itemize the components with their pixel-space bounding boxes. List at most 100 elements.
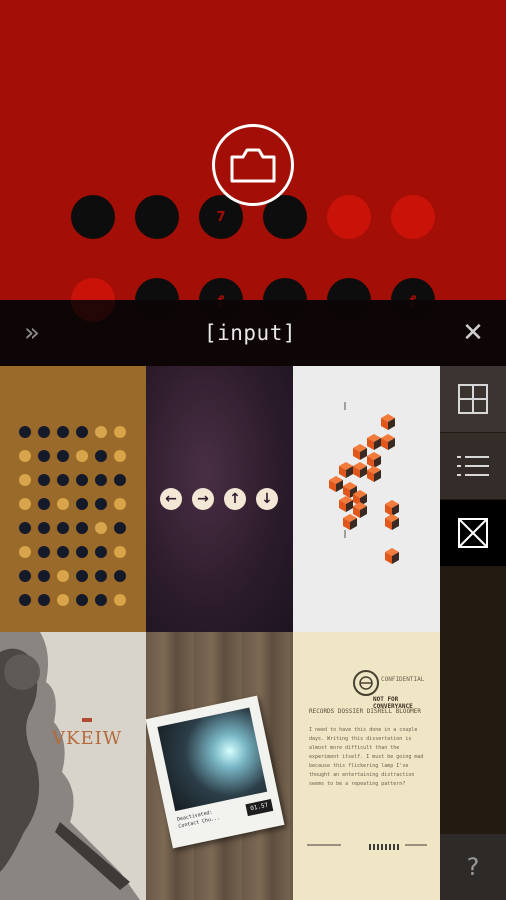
page-title: [input] (203, 321, 296, 345)
cipher-dot (114, 450, 126, 462)
grid-view-button[interactable] (440, 366, 506, 432)
cipher-dot (38, 546, 50, 558)
cipher-dot (19, 474, 31, 486)
arrow-up-icon: ↑ (224, 488, 246, 510)
confidential-label: CONFIDENTIAL (381, 676, 425, 683)
cipher-dot (19, 594, 31, 606)
barcode-line (307, 844, 341, 846)
arrow-down-icon: ↓ (256, 488, 278, 510)
cipher-dot (19, 450, 31, 462)
puzzle-tile-arrows[interactable]: ← → ↑ ↓ (146, 366, 293, 632)
question-icon: ? (466, 853, 480, 881)
cipher-dot (114, 546, 126, 558)
close-button[interactable]: ✕ (440, 300, 506, 366)
cipher-dot (57, 546, 69, 558)
cube (385, 500, 399, 516)
polaroid-photo: Deactivated: Contact Chu... 01.57 (146, 695, 285, 849)
list-view-button[interactable] (440, 433, 506, 499)
arrow-left-icon: ← (160, 488, 182, 510)
puzzle-tile-polaroid[interactable]: Deactivated: Contact Chu... 01.57 (146, 632, 293, 900)
cipher-dot (57, 426, 69, 438)
dot-row1-5[interactable] (327, 195, 371, 239)
cipher-dot (19, 498, 31, 510)
cipher-dot (114, 570, 126, 582)
cipher-dot (114, 426, 126, 438)
cipher-dot (19, 546, 31, 558)
cipher-dot (38, 522, 50, 534)
cube (367, 434, 381, 450)
cipher-dot (76, 474, 88, 486)
cipher-dot (114, 594, 126, 606)
cube (353, 462, 367, 478)
puzzle-tile-document[interactable]: CONFIDENTIAL NOT FOR CONVERYANCE RECORDS… (293, 632, 440, 900)
cipher-dot (114, 498, 126, 510)
cipher-dot (38, 450, 50, 462)
cube (343, 514, 357, 530)
cipher-dot (57, 570, 69, 582)
cipher-dot (95, 570, 107, 582)
grid-view-icon (458, 384, 488, 414)
double-chevron-icon: » (24, 318, 40, 348)
close-icon: ✕ (462, 318, 484, 348)
cipher-dot (95, 594, 107, 606)
statue-image (0, 632, 146, 900)
cube (385, 514, 399, 530)
cube (329, 476, 343, 492)
cipher-dot (76, 546, 88, 558)
cipher-dot (114, 474, 126, 486)
cipher-dot (38, 426, 50, 438)
view-sidebar: ? (440, 366, 506, 900)
barcode-line-2 (405, 844, 427, 846)
polaroid-stamp: 01.57 (245, 798, 274, 817)
seal-icon (353, 670, 379, 696)
cipher-dot (38, 570, 50, 582)
cube (381, 434, 395, 450)
cipher-dot (95, 426, 107, 438)
puzzle-tile-statue[interactable]: VKEIW (0, 632, 146, 900)
cube (367, 466, 381, 482)
cube-pattern (329, 402, 399, 564)
document-body: I need to have this done in a couple day… (309, 727, 424, 787)
cipher-dot (76, 594, 88, 606)
cipher-dot (76, 570, 88, 582)
dot-row1-6[interactable] (391, 195, 435, 239)
cipher-dot (95, 498, 107, 510)
cube (339, 496, 353, 512)
cube (353, 502, 367, 518)
cipher-dot (57, 474, 69, 486)
cipher-dot (76, 498, 88, 510)
document-heading: RECORDS DOSSIER DISRELL BLOOMER (309, 708, 421, 715)
cipher-dot (76, 522, 88, 534)
cipher-dot (95, 450, 107, 462)
cipher-dot (95, 546, 107, 558)
vkeiw-accent (82, 718, 92, 722)
vkeiw-title: VKEIW (52, 728, 123, 749)
cipher-dot (19, 426, 31, 438)
cipher-dot (57, 450, 69, 462)
cube (339, 462, 353, 478)
cube (385, 548, 399, 564)
cipher-dot (57, 522, 69, 534)
cube (381, 414, 395, 430)
box-x-icon (458, 518, 488, 548)
cube (353, 444, 367, 460)
cipher-dot (38, 498, 50, 510)
forward-button[interactable]: » (0, 300, 64, 366)
box-view-button[interactable] (440, 500, 506, 566)
dot-row1-1[interactable] (71, 195, 115, 239)
dot-row1-2[interactable] (135, 195, 179, 239)
barcode (369, 844, 399, 850)
camera-button[interactable] (212, 124, 294, 206)
help-button[interactable]: ? (440, 834, 506, 900)
cipher-dot (114, 522, 126, 534)
puzzle-tile-cipher[interactable] (0, 366, 146, 632)
puzzle-tile-cubes[interactable] (293, 366, 440, 632)
header-bar: » [input] ✕ (0, 300, 506, 366)
cipher-dot (95, 474, 107, 486)
camera-icon (230, 148, 276, 183)
cipher-dot (19, 570, 31, 582)
cipher-dot (76, 450, 88, 462)
cipher-dot (19, 522, 31, 534)
cipher-dot (76, 426, 88, 438)
cipher-dot (38, 594, 50, 606)
